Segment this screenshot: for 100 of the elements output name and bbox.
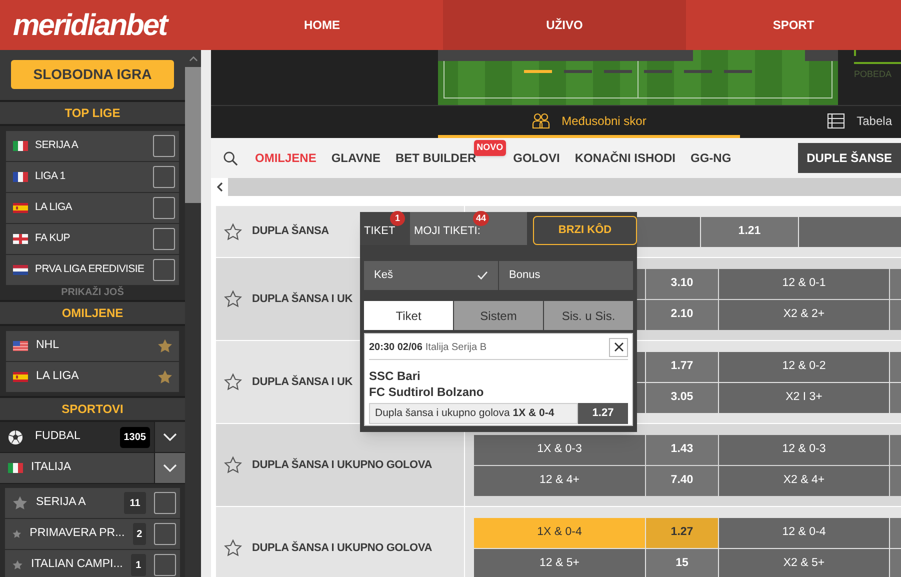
league-item[interactable]: LA LIGA: [6, 193, 179, 223]
people-icon: [532, 112, 550, 128]
ticket-type-tab[interactable]: Sis. u Sis.: [544, 301, 633, 330]
outcome-button[interactable]: X2 & 2+: [719, 300, 889, 330]
ticket-tab[interactable]: MOJI TIKETI: 44: [410, 212, 527, 245]
checkbox[interactable]: [154, 492, 176, 514]
logo[interactable]: meridianbet: [0, 0, 201, 50]
market-title: DUPLA ŠANSA I UK: [252, 291, 352, 307]
league-item[interactable]: NHL: [6, 331, 179, 361]
league-item[interactable]: LIGA 1: [6, 162, 179, 192]
star-icon[interactable]: [157, 369, 173, 385]
expand-button[interactable]: [154, 422, 185, 452]
ticket-type-tab[interactable]: Tiket: [364, 301, 453, 330]
odds-button[interactable]: 1.21: [701, 216, 798, 246]
count-badge: 44: [473, 211, 490, 226]
checkbox[interactable]: [153, 197, 175, 219]
league-item[interactable]: SERIJA A 11: [5, 488, 180, 518]
outcome-button[interactable]: X2 I 3+: [719, 382, 889, 412]
flag-icon: [13, 141, 28, 151]
league-name: PRVA LIGA EREDIVISIE: [35, 262, 146, 278]
stage-tab[interactable]: Tabela: [826, 106, 901, 138]
outcome-button[interactable]: 12 & 0-2: [719, 352, 889, 382]
count-badge: 11: [124, 492, 146, 514]
flag-icon: [13, 203, 28, 213]
league-name: PRIMAVERA PR...: [30, 526, 125, 542]
star-icon[interactable]: [12, 495, 28, 511]
market-tab[interactable]: GOLOVI: [513, 149, 560, 167]
league-name: SERIJA A: [35, 138, 80, 154]
checkbox[interactable]: [154, 523, 176, 545]
league-item[interactable]: LA LIGA: [6, 362, 179, 392]
market-tab[interactable]: DUPLE ŠANSE: [798, 143, 901, 173]
odds-button[interactable]: 1.43: [646, 434, 718, 464]
scroll-thumb[interactable]: [185, 67, 201, 203]
scroll-left-button[interactable]: [211, 178, 228, 196]
checkbox[interactable]: [154, 554, 176, 576]
odds-button[interactable]: 1.77: [646, 352, 718, 382]
odds-button[interactable]: 2.10: [646, 300, 718, 330]
market-tab[interactable]: GG-NG: [690, 149, 732, 167]
expand-button[interactable]: [154, 453, 185, 483]
league-name: Italija Serija B: [425, 340, 487, 354]
nav-link[interactable]: HOME: [201, 0, 443, 50]
odds-button[interactable]: 15: [646, 548, 718, 577]
flag-icon: [13, 265, 28, 275]
flag-icon: [8, 463, 23, 473]
odds-button[interactable]: 3.05: [646, 382, 718, 412]
flag-icon: [13, 341, 28, 351]
team-name: SSC Bari: [369, 368, 422, 384]
outcome-button[interactable]: 12 & 5+: [474, 548, 645, 577]
quick-code-button[interactable]: BRZI KÔD: [533, 216, 637, 244]
scroll-up-icon[interactable]: [188, 56, 198, 62]
payment-option[interactable]: Bonus: [499, 261, 633, 290]
payment-option[interactable]: Keš: [364, 261, 498, 290]
show-more-link[interactable]: PRIKAŽI JOŠ: [61, 285, 124, 300]
market-tab[interactable]: GLAVNE: [331, 149, 380, 167]
checkbox[interactable]: [153, 166, 175, 188]
league-item[interactable]: ITALIAN CAMPI... 1: [5, 550, 180, 577]
market-title: DUPLA ŠANSA: [252, 223, 329, 240]
section-header: OMILJENE: [0, 300, 185, 326]
odds-button[interactable]: 3.10: [646, 268, 718, 298]
outcome-button[interactable]: 1X & 0-3: [474, 434, 645, 464]
odds-button[interactable]: 7.40: [646, 466, 718, 496]
checkbox[interactable]: [153, 135, 175, 157]
league-item[interactable]: PRVA LIGA EREDIVISIE: [6, 255, 179, 285]
star-icon[interactable]: [224, 373, 242, 391]
new-badge: NOVO: [474, 140, 506, 156]
count-badge: 1305: [120, 426, 150, 448]
ticket-tab[interactable]: TIKET 1: [360, 212, 410, 245]
checkbox[interactable]: [153, 259, 175, 281]
league-name: LIGA 1: [35, 169, 66, 184]
league-item[interactable]: PRIMAVERA PR... 2: [5, 519, 180, 549]
country-row[interactable]: ITALIJA: [0, 453, 154, 483]
star-icon[interactable]: [224, 456, 242, 474]
star-icon[interactable]: [224, 539, 242, 557]
outcome-button[interactable]: X2 & 4+: [719, 466, 889, 496]
market-tab[interactable]: KONAČNI ISHODI: [574, 149, 676, 167]
scrollbar[interactable]: [185, 50, 201, 577]
close-button[interactable]: [609, 338, 628, 356]
search-icon[interactable]: [223, 150, 238, 166]
bar-mark: [854, 50, 856, 56]
odds-button[interactable]: 1.27: [646, 518, 718, 548]
outcome-button[interactable]: 12 & 0-1: [719, 268, 889, 298]
outcome-button[interactable]: 12 & 4+: [474, 466, 645, 496]
free-play-button[interactable]: SLOBODNA IGRA: [11, 60, 174, 89]
nav-link[interactable]: SPORT: [686, 0, 901, 50]
market-tab[interactable]: BET BUILDER: [395, 149, 476, 167]
nav-link[interactable]: UŽIVO: [443, 0, 686, 50]
outcome-button[interactable]: 1X & 0-4: [474, 518, 645, 548]
star-icon[interactable]: [224, 222, 242, 240]
league-item[interactable]: FA KUP: [6, 224, 179, 254]
outcome-button[interactable]: 12 & 0-4: [719, 518, 889, 548]
market-tab[interactable]: OMILJENE: [255, 149, 316, 167]
star-icon[interactable]: [224, 290, 242, 308]
league-item[interactable]: SERIJA A: [6, 131, 179, 161]
chevron-down-icon: [163, 433, 177, 441]
star-icon[interactable]: [157, 338, 173, 354]
ticket-type-tab[interactable]: Sistem: [454, 301, 543, 330]
outcome-button[interactable]: X2 & 5+: [719, 548, 889, 577]
outcome-button[interactable]: 12 & 0-3: [719, 434, 889, 464]
table-icon: [826, 112, 845, 128]
checkbox[interactable]: [153, 228, 175, 250]
